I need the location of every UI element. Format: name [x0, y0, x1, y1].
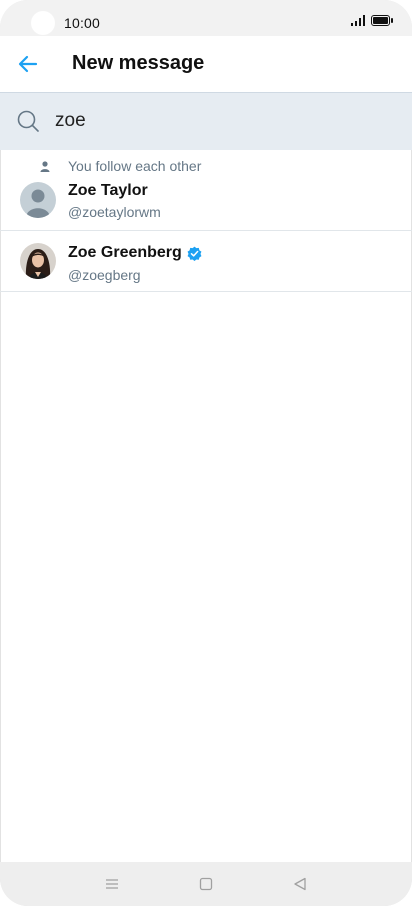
social-context: You follow each other	[40, 158, 201, 174]
social-context-label: You follow each other	[68, 158, 202, 174]
list-item[interactable]: Zoe Greenberg @zoegberg	[0, 231, 412, 292]
photo-avatar-icon	[20, 243, 56, 279]
avatar	[20, 182, 56, 218]
avatar	[20, 243, 56, 279]
list-item[interactable]: You follow each other Zoe Taylor @zoetay…	[0, 149, 412, 231]
page-title: New message	[72, 52, 205, 74]
default-avatar-icon	[20, 182, 56, 218]
search-icon	[17, 110, 39, 132]
menu-icon[interactable]	[104, 876, 120, 892]
name-row: Zoe Greenberg	[68, 244, 202, 262]
phone-screen: 10:00 New message zoe You follow each ot…	[0, 0, 412, 906]
user-name: Zoe Taylor	[68, 182, 148, 199]
back-triangle-icon[interactable]	[292, 876, 308, 892]
person-icon	[40, 160, 50, 172]
user-name: Zoe Greenberg	[68, 244, 182, 261]
search-results: You follow each other Zoe Taylor @zoetay…	[0, 149, 412, 292]
verified-badge-icon	[187, 246, 202, 261]
user-handle: @zoetaylorwm	[68, 204, 161, 220]
home-square-icon[interactable]	[198, 876, 214, 892]
status-time: 10:00	[64, 15, 101, 31]
search-bar	[0, 92, 412, 150]
search-input[interactable]	[55, 107, 385, 135]
arrow-left-icon	[18, 55, 38, 73]
status-bar: 10:00	[0, 0, 412, 36]
app-header: New message	[0, 36, 412, 92]
name-row: Zoe Taylor	[68, 182, 148, 200]
back-button[interactable]	[16, 52, 40, 76]
signal-icon	[351, 15, 365, 26]
system-nav-bar	[0, 862, 412, 906]
status-icons	[351, 15, 393, 26]
battery-icon	[371, 15, 393, 26]
user-handle: @zoegberg	[68, 267, 141, 283]
front-camera	[31, 11, 55, 35]
